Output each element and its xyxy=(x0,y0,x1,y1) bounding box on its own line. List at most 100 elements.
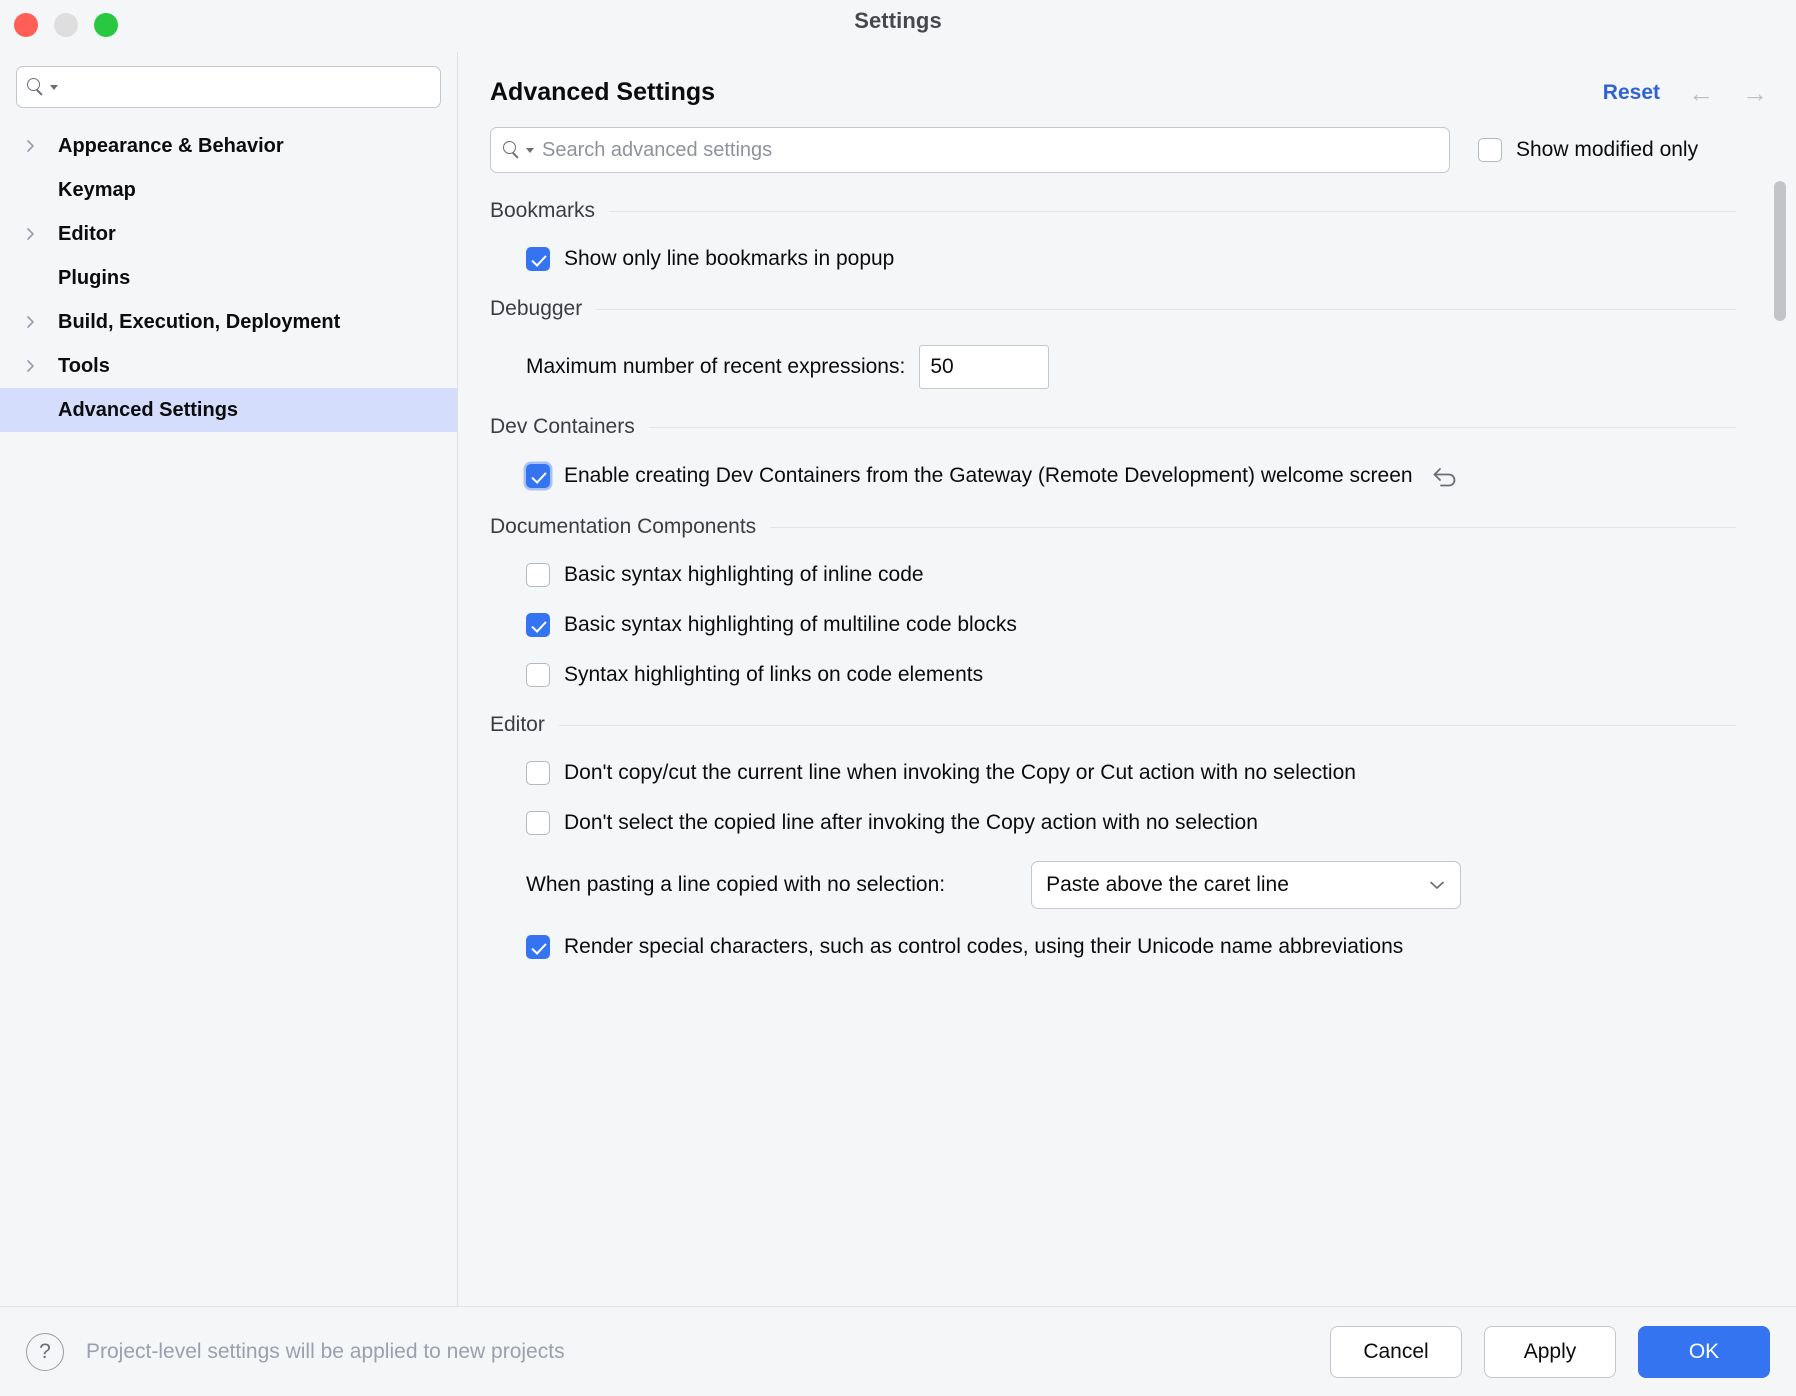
group-dev-containers: Dev Containers Enable creating Dev Conta… xyxy=(490,415,1736,489)
group-documentation-components: Documentation Components Basic syntax hi… xyxy=(490,515,1736,687)
sidebar-search-wrap xyxy=(0,52,457,118)
group-divider xyxy=(770,526,1736,528)
group-editor: Editor Don't copy/cut the current line w… xyxy=(490,713,1736,959)
sidebar-item-advanced-settings[interactable]: Advanced Settings xyxy=(0,388,457,432)
header-actions: Reset ← → xyxy=(1603,80,1768,106)
settings-tree: Appearance & Behavior Keymap Editor Plug… xyxy=(0,124,457,432)
sidebar-item-editor[interactable]: Editor xyxy=(0,212,457,256)
dont-select-copied-line-checkbox[interactable] xyxy=(526,811,550,835)
group-debugger: Debugger Maximum number of recent expres… xyxy=(490,297,1736,389)
group-title: Documentation Components xyxy=(490,515,757,538)
back-arrow-icon[interactable]: ← xyxy=(1688,80,1714,106)
enable-dev-containers-checkbox[interactable] xyxy=(526,464,550,488)
title-bar: Settings xyxy=(0,0,1796,52)
sidebar-item-label: Appearance & Behavior xyxy=(58,134,284,157)
sidebar-item-label: Tools xyxy=(58,354,110,377)
search-icon xyxy=(503,141,521,159)
advanced-search-placeholder: Search advanced settings xyxy=(542,138,773,161)
sidebar-item-label: Build, Execution, Deployment xyxy=(58,310,341,333)
option-label: Don't select the copied line after invok… xyxy=(564,811,1258,834)
option-label: Basic syntax highlighting of multiline c… xyxy=(564,613,1017,636)
group-title: Editor xyxy=(490,713,545,736)
option-row[interactable]: Show only line bookmarks in popup xyxy=(526,247,1736,271)
sidebar-item-keymap[interactable]: Keymap xyxy=(0,168,457,212)
option-row[interactable]: Don't copy/cut the current line when inv… xyxy=(526,761,1736,785)
settings-content: Advanced Settings Reset ← → Search advan… xyxy=(458,52,1796,1306)
paste-line-dropdown-value: Paste above the caret line xyxy=(1046,873,1289,896)
syntax-links-code-elements-checkbox[interactable] xyxy=(526,663,550,687)
group-bookmarks: Bookmarks Show only line bookmarks in po… xyxy=(490,199,1736,271)
search-history-caret-icon[interactable] xyxy=(526,147,534,153)
sidebar-item-label: Advanced Settings xyxy=(58,398,239,421)
dialog-body: Appearance & Behavior Keymap Editor Plug… xyxy=(0,52,1796,1306)
render-special-characters-checkbox[interactable] xyxy=(526,935,550,959)
max-recent-expressions-input[interactable] xyxy=(919,345,1050,389)
advanced-search-box[interactable]: Search advanced settings xyxy=(490,127,1450,173)
sidebar-item-label: Keymap xyxy=(58,178,136,201)
content-header: Advanced Settings Reset ← → xyxy=(458,52,1796,107)
sidebar-item-label: Editor xyxy=(58,222,116,245)
option-label: Show only line bookmarks in popup xyxy=(564,247,895,270)
option-label: Basic syntax highlighting of inline code xyxy=(564,563,924,586)
option-label: Enable creating Dev Containers from the … xyxy=(564,464,1413,487)
chevron-right-icon[interactable] xyxy=(24,358,48,374)
scrollbar-track[interactable] xyxy=(1774,181,1786,1298)
option-row[interactable]: Enable creating Dev Containers from the … xyxy=(526,463,1736,489)
basic-syntax-inline-code-checkbox[interactable] xyxy=(526,563,550,587)
sidebar-item-appearance-behavior[interactable]: Appearance & Behavior xyxy=(0,124,457,168)
option-row: Maximum number of recent expressions: xyxy=(526,345,1736,389)
sidebar-item-label: Plugins xyxy=(58,266,131,289)
settings-groups: Bookmarks Show only line bookmarks in po… xyxy=(458,173,1796,959)
option-label: Don't copy/cut the current line when inv… xyxy=(564,761,1356,784)
option-row[interactable]: Basic syntax highlighting of multiline c… xyxy=(526,613,1736,637)
scrollbar-thumb[interactable] xyxy=(1774,181,1786,321)
group-divider xyxy=(609,210,1736,212)
dialog-footer: ? Project-level settings will be applied… xyxy=(0,1306,1796,1396)
window-title: Settings xyxy=(854,8,942,33)
chevron-right-icon[interactable] xyxy=(24,314,48,330)
cancel-button[interactable]: Cancel xyxy=(1330,1325,1462,1378)
group-title: Debugger xyxy=(490,297,583,320)
option-row[interactable]: Syntax highlighting of links on code ele… xyxy=(526,663,1736,687)
footer-buttons: Cancel Apply OK xyxy=(1330,1325,1770,1378)
group-header: Debugger xyxy=(490,297,1736,321)
paste-line-dropdown[interactable]: Paste above the caret line xyxy=(1031,861,1462,909)
group-divider xyxy=(596,308,1736,310)
option-label: Syntax highlighting of links on code ele… xyxy=(564,663,984,686)
paste-line-label: When pasting a line copied with no selec… xyxy=(526,873,946,896)
dont-copy-cut-current-line-checkbox[interactable] xyxy=(526,761,550,785)
sidebar-search-input[interactable] xyxy=(58,77,430,97)
ok-button[interactable]: OK xyxy=(1638,1325,1770,1378)
chevron-right-icon[interactable] xyxy=(24,226,48,242)
show-modified-only-row[interactable]: Show modified only xyxy=(1478,138,1698,162)
settings-scroll-pane: Bookmarks Show only line bookmarks in po… xyxy=(458,173,1796,1306)
sidebar-item-tools[interactable]: Tools xyxy=(0,344,457,388)
show-modified-only-label: Show modified only xyxy=(1516,138,1699,161)
show-only-line-bookmarks-checkbox[interactable] xyxy=(526,247,550,271)
group-header: Dev Containers xyxy=(490,415,1736,439)
group-divider xyxy=(648,426,1736,428)
group-header: Editor xyxy=(490,713,1736,737)
group-title: Dev Containers xyxy=(490,415,635,438)
search-icon xyxy=(27,78,45,96)
search-history-caret-icon[interactable] xyxy=(50,84,58,90)
option-row[interactable]: Render special characters, such as contr… xyxy=(526,935,1736,959)
max-recent-expressions-label: Maximum number of recent expressions: xyxy=(526,355,906,378)
sidebar-item-plugins[interactable]: Plugins xyxy=(0,256,457,300)
sidebar-search-box[interactable] xyxy=(16,66,441,108)
forward-arrow-icon[interactable]: → xyxy=(1742,80,1768,106)
option-row[interactable]: Don't select the copied line after invok… xyxy=(526,811,1736,835)
show-modified-only-checkbox[interactable] xyxy=(1478,138,1502,162)
reset-button[interactable]: Reset xyxy=(1603,81,1660,105)
sidebar-item-build-execution-deployment[interactable]: Build, Execution, Deployment xyxy=(0,300,457,344)
apply-button[interactable]: Apply xyxy=(1484,1325,1616,1378)
group-header: Documentation Components xyxy=(490,515,1736,539)
settings-window: Settings Appearance & Behavior Keymap Ed… xyxy=(0,0,1796,1396)
settings-sidebar: Appearance & Behavior Keymap Editor Plug… xyxy=(0,52,458,1306)
group-header: Bookmarks xyxy=(490,199,1736,223)
help-icon[interactable]: ? xyxy=(26,1332,64,1371)
chevron-right-icon[interactable] xyxy=(24,138,48,154)
option-row[interactable]: Basic syntax highlighting of inline code xyxy=(526,563,1736,587)
basic-syntax-multiline-blocks-checkbox[interactable] xyxy=(526,613,550,637)
revert-icon[interactable] xyxy=(1431,463,1461,489)
